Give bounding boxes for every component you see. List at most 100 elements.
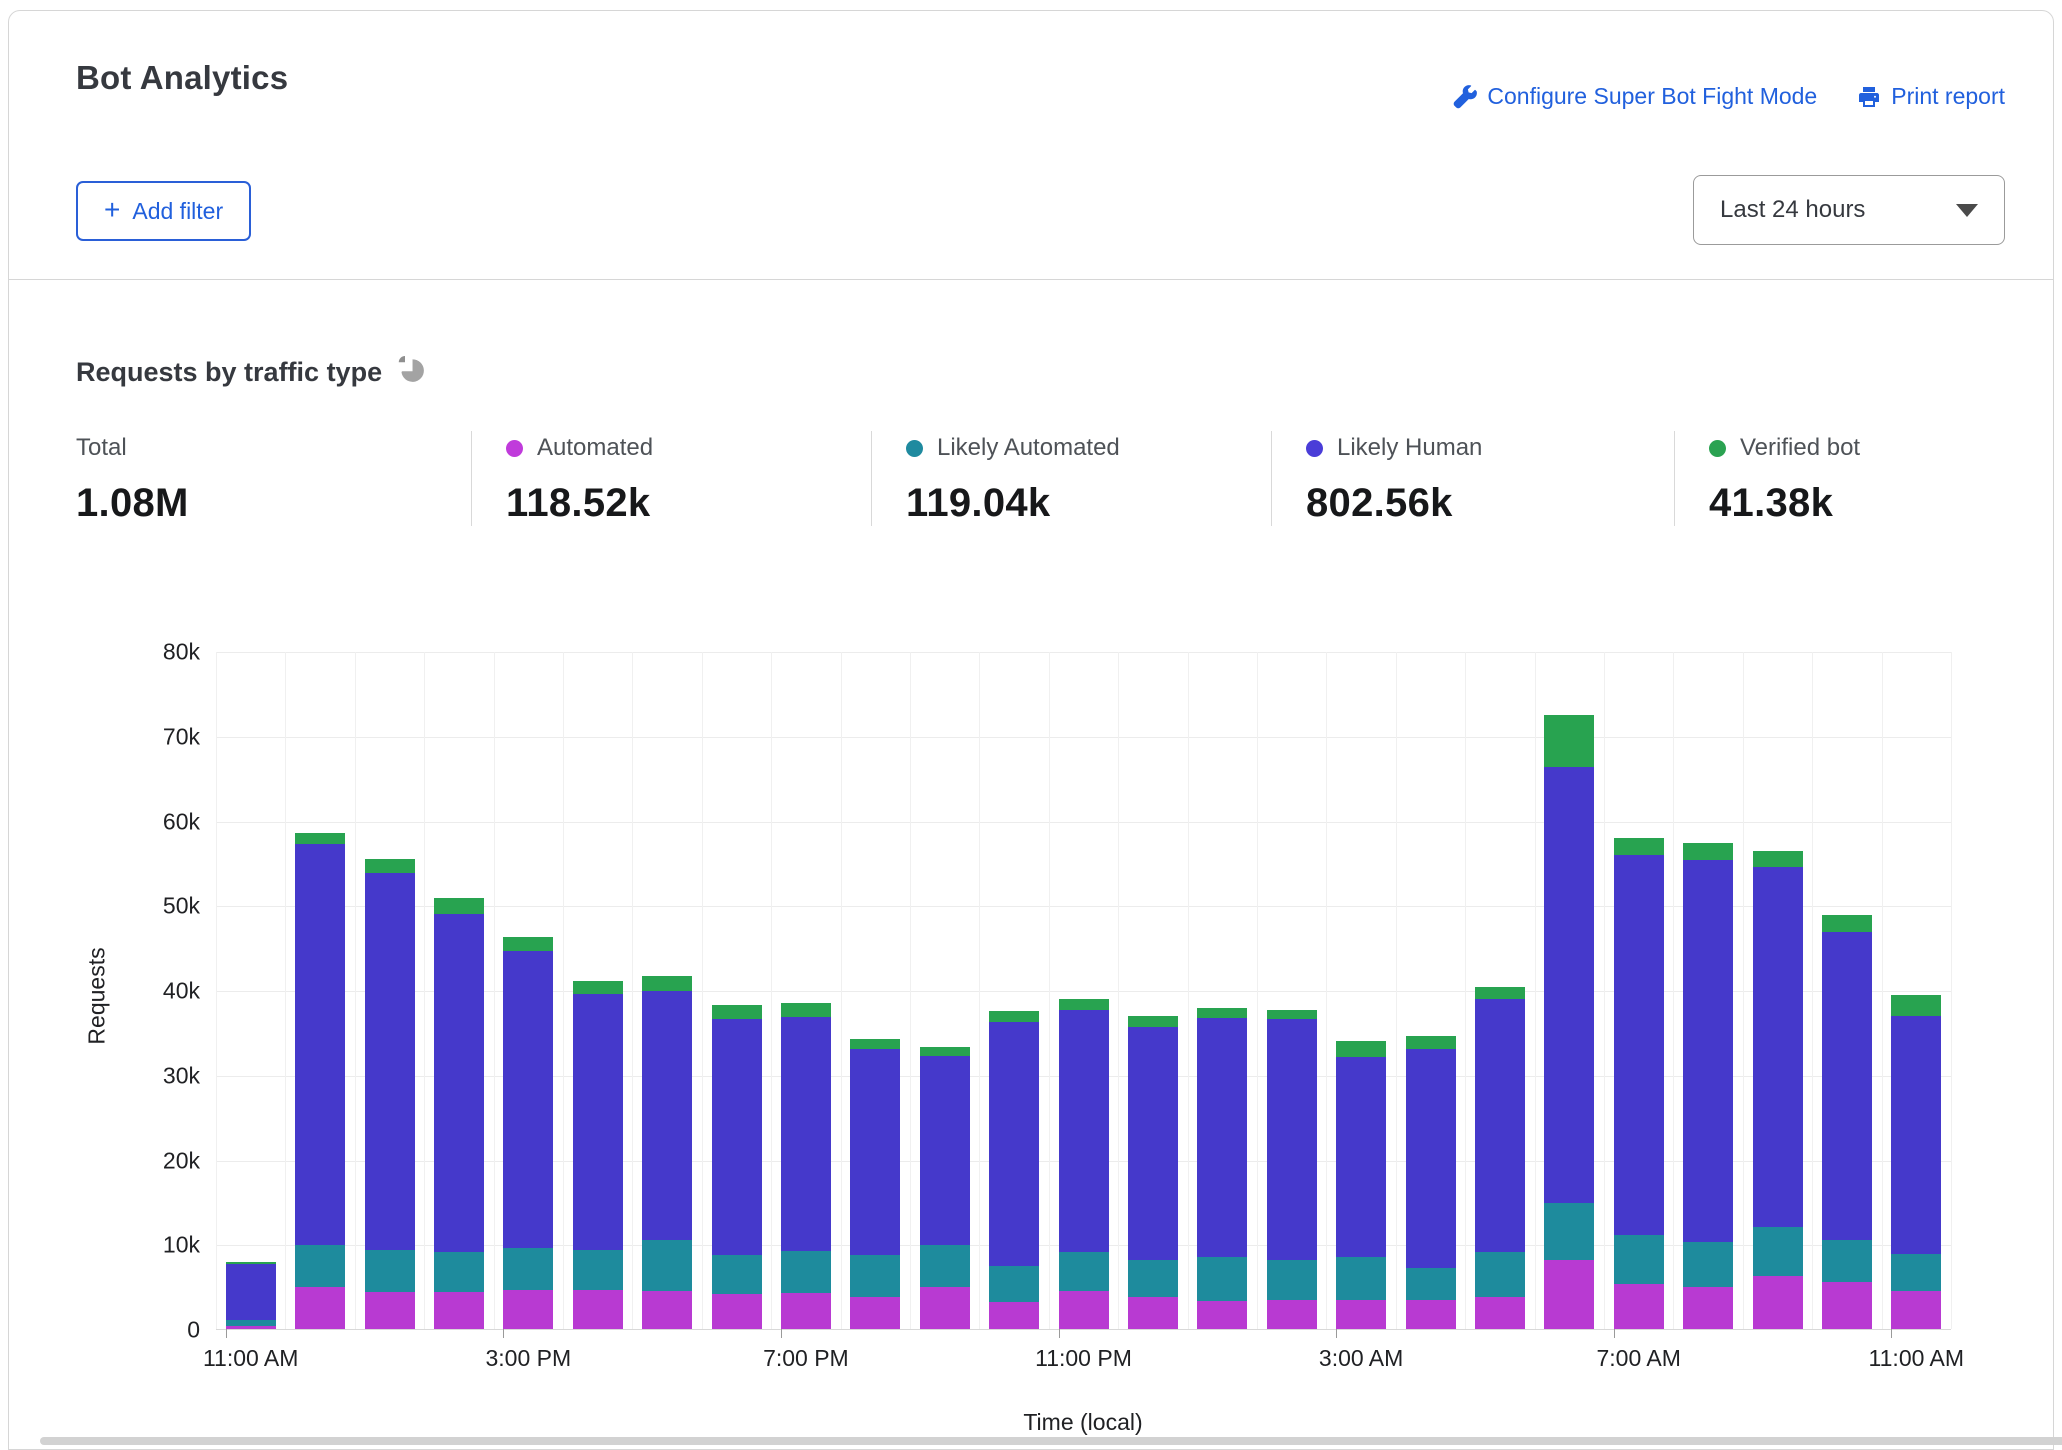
bar-segment-likely-automated[interactable] [1891, 1254, 1941, 1290]
bar-segment-verified-bot[interactable] [1059, 999, 1109, 1010]
bar-segment-likely-automated[interactable] [642, 1240, 692, 1291]
stacked-bar-3-00-am[interactable] [1336, 1041, 1386, 1329]
bar-segment-likely-automated[interactable] [1544, 1203, 1594, 1260]
bar-segment-likely-human[interactable] [434, 914, 484, 1252]
bar-segment-likely-automated[interactable] [1614, 1235, 1664, 1284]
stacked-bar-11-00-am[interactable] [1891, 995, 1941, 1329]
bar-segment-likely-human[interactable] [503, 951, 553, 1248]
bar-segment-automated[interactable] [1891, 1291, 1941, 1329]
bar-segment-likely-automated[interactable] [1406, 1268, 1456, 1300]
bar-segment-likely-human[interactable] [1544, 767, 1594, 1203]
bar-segment-likely-human[interactable] [920, 1056, 970, 1245]
bar-segment-verified-bot[interactable] [295, 833, 345, 844]
bar-segment-likely-automated[interactable] [989, 1266, 1039, 1302]
bar-segment-automated[interactable] [1128, 1297, 1178, 1329]
bar-segment-verified-bot[interactable] [1128, 1016, 1178, 1027]
bar-segment-automated[interactable] [642, 1291, 692, 1329]
stacked-bar-2-00-am[interactable] [1267, 1010, 1317, 1329]
bar-segment-automated[interactable] [1059, 1291, 1109, 1329]
bar-segment-likely-automated[interactable] [295, 1245, 345, 1287]
bar-segment-automated[interactable] [1683, 1287, 1733, 1329]
bar-segment-verified-bot[interactable] [1822, 915, 1872, 933]
horizontal-scrollbar[interactable] [40, 1437, 2062, 1445]
bar-segment-verified-bot[interactable] [642, 976, 692, 991]
bar-segment-verified-bot[interactable] [1614, 838, 1664, 855]
bar-segment-likely-human[interactable] [1614, 855, 1664, 1235]
bar-segment-likely-human[interactable] [295, 844, 345, 1245]
stacked-bar-9-00-pm[interactable] [920, 1047, 970, 1329]
bar-segment-automated[interactable] [1267, 1300, 1317, 1329]
stacked-bar-1-00-am[interactable] [1197, 1008, 1247, 1329]
bar-segment-automated[interactable] [573, 1290, 623, 1329]
stacked-bar-10-00-am[interactable] [1822, 915, 1872, 1329]
stacked-bar-9-00-am[interactable] [1753, 851, 1803, 1329]
bar-segment-verified-bot[interactable] [920, 1047, 970, 1056]
stacked-bar-12-00-pm[interactable] [295, 833, 345, 1329]
bar-segment-likely-automated[interactable] [1683, 1242, 1733, 1287]
bar-segment-verified-bot[interactable] [1683, 843, 1733, 861]
bar-segment-verified-bot[interactable] [1753, 851, 1803, 867]
stacked-bar-7-00-pm[interactable] [781, 1003, 831, 1329]
bar-segment-automated[interactable] [712, 1294, 762, 1329]
bar-segment-automated[interactable] [365, 1292, 415, 1329]
bar-segment-likely-human[interactable] [1822, 932, 1872, 1240]
bar-segment-likely-automated[interactable] [1128, 1260, 1178, 1297]
bar-segment-likely-human[interactable] [712, 1019, 762, 1255]
bar-segment-automated[interactable] [295, 1287, 345, 1329]
bar-segment-likely-automated[interactable] [1753, 1227, 1803, 1275]
stacked-bar-8-00-am[interactable] [1683, 843, 1733, 1329]
bar-segment-verified-bot[interactable] [1891, 995, 1941, 1016]
bar-segment-verified-bot[interactable] [1544, 715, 1594, 767]
bar-segment-automated[interactable] [1336, 1300, 1386, 1329]
bar-segment-likely-automated[interactable] [712, 1255, 762, 1294]
bar-segment-automated[interactable] [1614, 1284, 1664, 1329]
stacked-bar-5-00-pm[interactable] [642, 976, 692, 1329]
bar-segment-likely-automated[interactable] [1336, 1257, 1386, 1300]
bar-segment-likely-human[interactable] [989, 1022, 1039, 1266]
bar-segment-automated[interactable] [1406, 1300, 1456, 1329]
bar-segment-verified-bot[interactable] [781, 1003, 831, 1017]
bar-segment-likely-human[interactable] [1475, 999, 1525, 1252]
bar-segment-likely-automated[interactable] [1822, 1240, 1872, 1282]
bar-segment-likely-human[interactable] [1336, 1057, 1386, 1257]
stacked-bar-6-00-am[interactable] [1544, 715, 1594, 1329]
bar-segment-likely-human[interactable] [226, 1264, 276, 1320]
bar-segment-verified-bot[interactable] [712, 1005, 762, 1019]
stacked-bar-11-00-am[interactable] [226, 1262, 276, 1329]
stacked-bar-1-00-pm[interactable] [365, 859, 415, 1329]
bar-segment-automated[interactable] [1475, 1297, 1525, 1329]
bar-segment-automated[interactable] [1544, 1260, 1594, 1329]
bar-segment-verified-bot[interactable] [1475, 987, 1525, 1000]
bar-segment-likely-human[interactable] [1267, 1019, 1317, 1260]
stacked-bar-7-00-am[interactable] [1614, 838, 1664, 1329]
bar-segment-likely-human[interactable] [1406, 1049, 1456, 1268]
stacked-bar-6-00-pm[interactable] [712, 1005, 762, 1329]
bar-segment-likely-human[interactable] [1059, 1010, 1109, 1252]
print-report-link[interactable]: Print report [1857, 83, 2005, 110]
stacked-bar-8-00-pm[interactable] [850, 1039, 900, 1329]
bar-segment-verified-bot[interactable] [503, 937, 553, 951]
bar-segment-likely-human[interactable] [1197, 1018, 1247, 1257]
stacked-bar-2-00-pm[interactable] [434, 898, 484, 1329]
bar-segment-likely-human[interactable] [1891, 1016, 1941, 1254]
bar-segment-likely-automated[interactable] [1059, 1252, 1109, 1291]
bar-segment-likely-automated[interactable] [573, 1250, 623, 1290]
bar-segment-likely-human[interactable] [573, 994, 623, 1250]
bar-segment-verified-bot[interactable] [573, 981, 623, 995]
bar-segment-automated[interactable] [1753, 1276, 1803, 1329]
bar-segment-verified-bot[interactable] [1197, 1008, 1247, 1018]
bar-segment-automated[interactable] [1822, 1282, 1872, 1329]
bar-segment-verified-bot[interactable] [1406, 1036, 1456, 1050]
bar-segment-likely-human[interactable] [781, 1017, 831, 1251]
time-range-dropdown[interactable]: Last 24 hours [1693, 175, 2005, 245]
bar-segment-likely-human[interactable] [1128, 1027, 1178, 1259]
bar-segment-likely-human[interactable] [1753, 867, 1803, 1227]
bar-segment-likely-automated[interactable] [781, 1251, 831, 1293]
stacked-bar-3-00-pm[interactable] [503, 937, 553, 1329]
stacked-bar-10-00-pm[interactable] [989, 1011, 1039, 1329]
bar-segment-automated[interactable] [1197, 1301, 1247, 1329]
bar-segment-likely-automated[interactable] [850, 1255, 900, 1297]
bar-segment-likely-automated[interactable] [1475, 1252, 1525, 1297]
bar-segment-likely-human[interactable] [1683, 860, 1733, 1241]
bar-segment-automated[interactable] [434, 1292, 484, 1329]
